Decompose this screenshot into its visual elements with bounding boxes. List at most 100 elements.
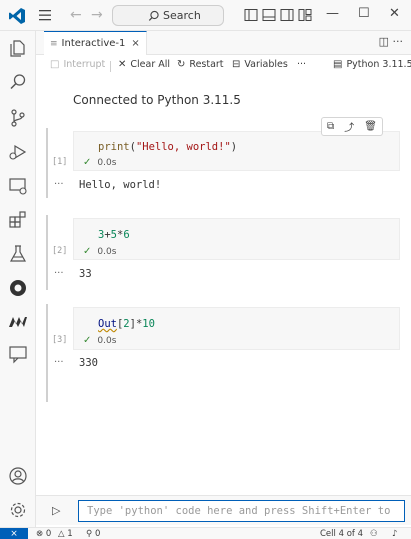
accounts-icon[interactable] xyxy=(7,465,29,487)
connection-status: Connected to Python 3.11.5 xyxy=(73,93,241,107)
interrupt-label: Interrupt xyxy=(63,59,106,70)
interactive-input-row: ▷ xyxy=(36,495,411,525)
cell-focus-bar xyxy=(46,215,48,290)
error-icon: ⊗ xyxy=(36,529,44,539)
cell-toolbar: ⧉ ⤴ 🗑 xyxy=(321,117,383,136)
search-label: Search xyxy=(163,9,201,22)
code-line[interactable]: 3+5*6 xyxy=(98,229,130,241)
ports-count: 0 xyxy=(94,529,101,539)
interactive-toolbar: □ Interrupt ✕ Clear All ↻ Restart ⊟ Vari… xyxy=(36,55,411,77)
success-check-icon: ✓ xyxy=(83,157,92,168)
variables-button[interactable]: ⊟ Variables xyxy=(232,59,288,70)
code-cell-input[interactable]: Out[2]*10 xyxy=(73,307,400,350)
copy-icon[interactable]: ⧉ xyxy=(327,121,334,132)
menu-icon[interactable] xyxy=(36,6,54,24)
editor-tab-bar: ≡ Interactive-1 × ◫ ··· xyxy=(36,31,411,55)
execution-time: 0.0s xyxy=(97,335,117,346)
code-input[interactable] xyxy=(79,501,404,521)
command-center-search[interactable]: Search xyxy=(112,5,224,26)
ports-indicator[interactable]: ⚲ 0 xyxy=(86,528,100,539)
maximize-button[interactable]: ☐ xyxy=(358,6,370,21)
vscode-logo-icon xyxy=(9,8,25,24)
restart-label: Restart xyxy=(189,59,224,70)
search-sidebar-icon[interactable] xyxy=(7,71,29,93)
interrupt-button[interactable]: □ Interrupt xyxy=(50,59,105,70)
status-bar: ⨯ ⊗ 0 △ 1 ⚲ 0 Cell 4 of 4 ⚇ ♪ xyxy=(0,527,411,539)
run-icon[interactable]: ▷ xyxy=(52,504,60,517)
kernel-server-icon: ▤ xyxy=(333,59,343,70)
cell-status: ✓ 0.0s xyxy=(83,246,116,257)
copilot-icon[interactable]: ⚇ xyxy=(370,528,378,539)
code-cell-input[interactable]: 3+5*6 xyxy=(73,218,400,260)
cell-status: ✓ 0.0s xyxy=(83,157,116,168)
clear-all-button[interactable]: ✕ Clear All xyxy=(118,59,170,70)
settings-gear-icon[interactable] xyxy=(7,499,29,521)
remote-indicator-icon[interactable]: ⨯ xyxy=(0,528,28,539)
testing-flask-icon[interactable] xyxy=(7,243,29,265)
toggle-panel-icon[interactable] xyxy=(262,8,276,22)
output-menu-dots[interactable]: ··· xyxy=(54,179,64,190)
anaconda-icon[interactable] xyxy=(7,277,29,299)
execution-count: [2] xyxy=(52,246,68,256)
title-bar: ← → Search — ☐ ✕ xyxy=(0,0,411,31)
back-arrow-icon[interactable]: ← xyxy=(70,5,82,25)
kernel-label: Python 3.11.5 xyxy=(346,59,411,70)
activity-bar xyxy=(0,31,36,527)
output-menu-dots[interactable]: ··· xyxy=(54,268,64,279)
toolbar-divider xyxy=(110,61,111,72)
forward-arrow-icon[interactable]: → xyxy=(91,5,103,25)
extensions-icon[interactable] xyxy=(7,209,29,231)
more-actions-button[interactable]: ··· xyxy=(297,59,306,70)
variables-icon: ⊟ xyxy=(232,59,241,70)
execution-count: [3] xyxy=(52,335,68,345)
goto-code-icon[interactable]: ⤴ xyxy=(344,119,354,134)
code-cell-input[interactable]: print("Hello, world!") xyxy=(73,131,400,171)
chat-icon[interactable] xyxy=(7,343,29,365)
ports-icon: ⚲ xyxy=(86,529,93,539)
success-check-icon: ✓ xyxy=(83,246,92,257)
output-menu-dots[interactable]: ··· xyxy=(54,357,64,368)
execution-time: 0.0s xyxy=(97,246,117,257)
code-line[interactable]: Out[2]*10 xyxy=(98,318,155,330)
restart-button[interactable]: ↻ Restart xyxy=(177,59,224,70)
errors-indicator[interactable]: ⊗ 0 xyxy=(36,528,51,539)
cell-output: Hello, world! xyxy=(79,179,162,191)
search-icon xyxy=(148,10,159,21)
cell-status: ✓ 0.0s xyxy=(83,335,116,346)
delete-icon[interactable]: 🗑 xyxy=(364,121,377,132)
clear-all-label: Clear All xyxy=(130,59,171,70)
notifications-bell-icon[interactable]: ♪ xyxy=(392,528,397,539)
cell-position[interactable]: Cell 4 of 4 xyxy=(320,528,363,539)
execution-time: 0.0s xyxy=(97,157,117,168)
tab-label: Interactive-1 xyxy=(61,38,126,49)
customize-layout-icon[interactable] xyxy=(298,8,312,22)
execution-count: [1] xyxy=(52,157,68,167)
cell-focus-bar xyxy=(46,304,48,402)
kernel-picker-button[interactable]: ▤ Python 3.11.5 xyxy=(333,59,411,70)
minimize-button[interactable]: — xyxy=(326,6,339,21)
cell-output: 330 xyxy=(79,357,98,369)
toggle-secondary-sidebar-icon[interactable] xyxy=(280,8,294,22)
warning-icon: △ xyxy=(58,529,65,539)
warnings-indicator[interactable]: △ 1 xyxy=(58,528,73,539)
restart-icon: ↻ xyxy=(177,59,186,70)
close-tab-icon[interactable]: × xyxy=(131,38,139,49)
cell-focus-bar xyxy=(46,128,48,198)
success-check-icon: ✓ xyxy=(83,335,92,346)
close-window-button[interactable]: ✕ xyxy=(389,6,400,21)
toggle-primary-sidebar-icon[interactable] xyxy=(244,8,258,22)
code-line[interactable]: print("Hello, world!") xyxy=(98,141,237,153)
notebook-file-icon: ≡ xyxy=(50,38,58,49)
explorer-icon[interactable] xyxy=(7,37,29,59)
source-control-icon[interactable] xyxy=(7,107,29,129)
variables-label: Variables xyxy=(244,59,288,70)
code-input-box[interactable] xyxy=(78,500,405,522)
warning-count: 1 xyxy=(67,529,73,539)
remote-explorer-icon[interactable] xyxy=(7,175,29,197)
tab-interactive-1[interactable]: ≡ Interactive-1 × xyxy=(44,31,147,55)
editor-actions[interactable]: ◫ ··· xyxy=(379,35,403,48)
stop-icon: □ xyxy=(50,59,60,70)
cell-output: 33 xyxy=(79,268,92,280)
extension-m-icon[interactable] xyxy=(7,311,29,333)
run-and-debug-icon[interactable] xyxy=(7,141,29,163)
